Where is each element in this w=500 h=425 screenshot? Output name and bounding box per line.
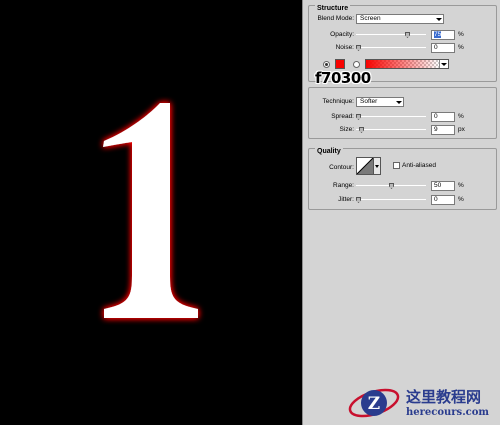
opacity-slider[interactable]: [356, 31, 426, 39]
opacity-slider-thumb[interactable]: [405, 32, 410, 38]
technique-select[interactable]: Softer: [356, 97, 404, 107]
glow-gradient-picker[interactable]: [365, 59, 449, 69]
noise-label: Noise:: [335, 44, 354, 51]
range-input[interactable]: 50: [431, 181, 455, 191]
quality-title: Quality: [315, 148, 343, 155]
jitter-unit: %: [458, 196, 464, 203]
blend-mode-select[interactable]: Screen: [356, 14, 444, 24]
opacity-value: 75: [434, 31, 442, 38]
gradient-preview: [366, 60, 439, 68]
opacity-slider-track: [356, 34, 426, 35]
range-unit: %: [458, 182, 464, 189]
range-label: Range:: [333, 182, 354, 189]
size-unit: px: [458, 126, 465, 133]
spread-label: Spread:: [331, 113, 354, 120]
noise-slider-thumb[interactable]: [356, 45, 361, 51]
noise-slider-track: [356, 47, 426, 48]
size-slider-thumb[interactable]: [359, 127, 364, 133]
size-label: Size:: [339, 126, 354, 133]
size-slider-track: [356, 129, 426, 130]
blend-mode-label: Blend Mode:: [317, 15, 355, 22]
noise-input[interactable]: 0: [431, 43, 455, 53]
spread-unit: %: [458, 113, 464, 120]
contour-preview[interactable]: [356, 157, 374, 175]
chevron-down-icon: [394, 98, 403, 106]
noise-value: 0: [434, 44, 438, 51]
jitter-value: 0: [434, 196, 438, 203]
spread-value: 0: [434, 113, 438, 120]
noise-unit: %: [458, 44, 464, 51]
jitter-input[interactable]: 0: [431, 195, 455, 205]
jitter-slider-track: [356, 199, 426, 200]
document-canvas[interactable]: [0, 0, 302, 425]
site-logo-icon: Z: [348, 388, 400, 418]
jitter-slider[interactable]: [356, 196, 426, 204]
opacity-label: Opacity:: [330, 31, 354, 38]
outer-glow-panel: Structure Blend Mode: Screen Opacity: 75…: [302, 0, 500, 425]
size-slider[interactable]: [356, 126, 426, 134]
blend-mode-value: Screen: [360, 15, 381, 22]
glow-color-swatch[interactable]: [335, 59, 345, 69]
contour-label: Contour:: [329, 164, 354, 171]
site-name: 这里教程网: [406, 388, 482, 406]
color-hex-annotation: f70300: [315, 69, 371, 87]
glowing-digit-one: [103, 103, 198, 318]
opacity-unit: %: [458, 31, 464, 38]
noise-slider[interactable]: [356, 44, 426, 52]
technique-label: Technique:: [322, 98, 354, 105]
site-watermark: Z 这里教程网 herecours.com: [346, 382, 498, 424]
site-url: herecours.com: [406, 407, 490, 418]
range-value: 50: [434, 182, 442, 189]
chevron-down-icon: [434, 15, 443, 23]
chevron-down-icon[interactable]: [439, 60, 448, 68]
anti-aliased-label: Anti-aliased: [402, 162, 436, 169]
spread-input[interactable]: 0: [431, 112, 455, 122]
jitter-slider-thumb[interactable]: [356, 197, 361, 203]
logo-letter: Z: [368, 394, 380, 414]
anti-aliased-checkbox[interactable]: [393, 162, 400, 169]
range-slider[interactable]: [356, 182, 426, 190]
spread-slider[interactable]: [356, 113, 426, 121]
gradient-radio[interactable]: [353, 61, 360, 68]
size-input[interactable]: 9: [431, 125, 455, 135]
jitter-label: Jitter:: [338, 196, 354, 203]
spread-slider-thumb[interactable]: [356, 114, 361, 120]
structure-title: Structure: [315, 5, 351, 12]
contour-dropdown[interactable]: [374, 157, 381, 175]
range-slider-thumb[interactable]: [389, 183, 394, 189]
solid-color-radio[interactable]: [323, 61, 330, 68]
spread-slider-track: [356, 116, 426, 117]
opacity-input[interactable]: 75: [431, 30, 455, 40]
technique-value: Softer: [360, 98, 378, 105]
contour-linear-icon: [356, 157, 374, 175]
size-value: 9: [434, 126, 438, 133]
